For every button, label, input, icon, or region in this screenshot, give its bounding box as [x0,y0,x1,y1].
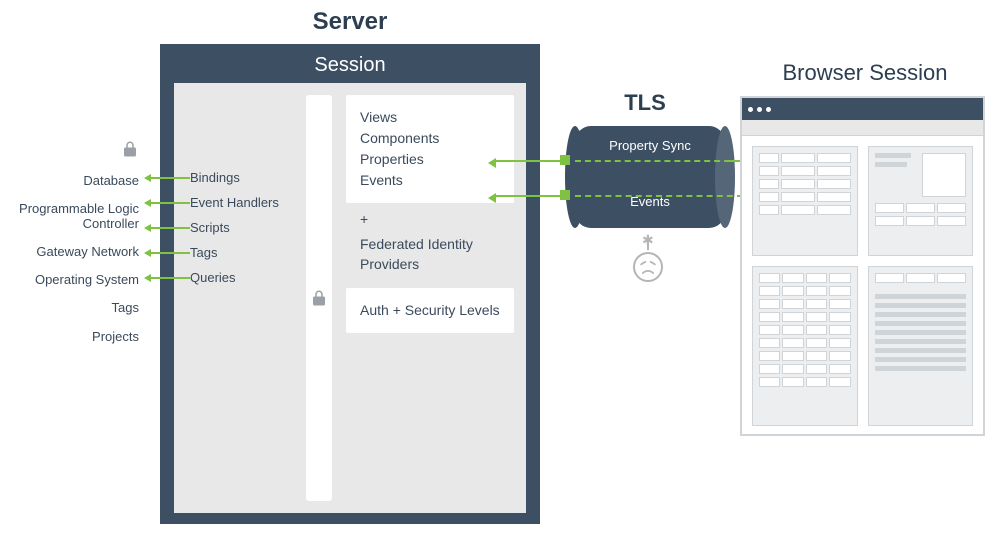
external-item: Database [0,167,155,195]
external-resources: Database Programmable Logic Controller G… [0,140,155,351]
detail-column: Views Components Properties Events + Fed… [332,95,514,501]
views-line: Properties [360,149,500,170]
arrow-left-icon [150,227,190,229]
binding-item: Bindings [190,170,240,185]
window-dot-icon [766,107,771,112]
server-title: Server [160,8,540,36]
window-dot-icon [757,107,762,112]
tls-title: TLS [565,90,725,116]
auth-box: Auth + Security Levels [346,288,514,333]
binding-item: Tags [190,245,217,260]
external-item: Projects [0,323,155,351]
session-box: Bindings Event Handlers Scripts Tags Que… [174,83,526,513]
plus-separator: + [346,203,514,235]
eavesdropper-icon: ✱ [633,236,663,286]
arrow-left-icon [150,202,190,204]
binding-item: Scripts [190,220,230,235]
sync-arrow-left [495,160,565,162]
events-dashed-line [575,195,743,197]
server-box: Session Bindings Event Handlers Scripts … [160,44,540,524]
tls-top-label: Property Sync [575,138,725,153]
views-line: Views [360,107,500,128]
browser-titlebar [742,98,983,120]
wireframe-panel [752,266,858,426]
federated-text: Federated Identity Providers [346,235,514,288]
external-item: Operating System [0,266,155,294]
binding-item: Event Handlers [190,195,279,210]
browser-window [740,96,985,436]
views-box: Views Components Properties Events [346,95,514,203]
external-item: Gateway Network [0,238,155,266]
sync-connector-icon [560,190,570,200]
wireframe-panel [868,146,974,256]
browser-title: Browser Session [740,60,990,86]
sync-dashed-line [575,160,740,162]
bindings-column: Bindings Event Handlers Scripts Tags Que… [186,95,306,501]
arrow-left-icon [150,252,190,254]
tls-cylinder: Property Sync Events [575,126,725,228]
browser-toolbar [742,120,983,136]
lock-icon [0,140,155,161]
window-dot-icon [748,107,753,112]
views-line: Events [360,170,500,191]
external-item: Programmable Logic Controller [0,195,155,238]
arrow-left-icon [150,177,190,179]
wireframe-panel [752,146,858,256]
arrow-left-icon [150,277,190,279]
lock-icon [310,289,328,307]
events-arrow-left [495,195,565,197]
binding-item: Queries [190,270,236,285]
wireframe-panel [868,266,974,426]
lock-strip [306,95,332,501]
external-item: Tags [0,294,155,322]
session-title: Session [160,50,540,83]
views-line: Components [360,128,500,149]
sync-connector-icon [560,155,570,165]
browser-body [742,136,983,436]
